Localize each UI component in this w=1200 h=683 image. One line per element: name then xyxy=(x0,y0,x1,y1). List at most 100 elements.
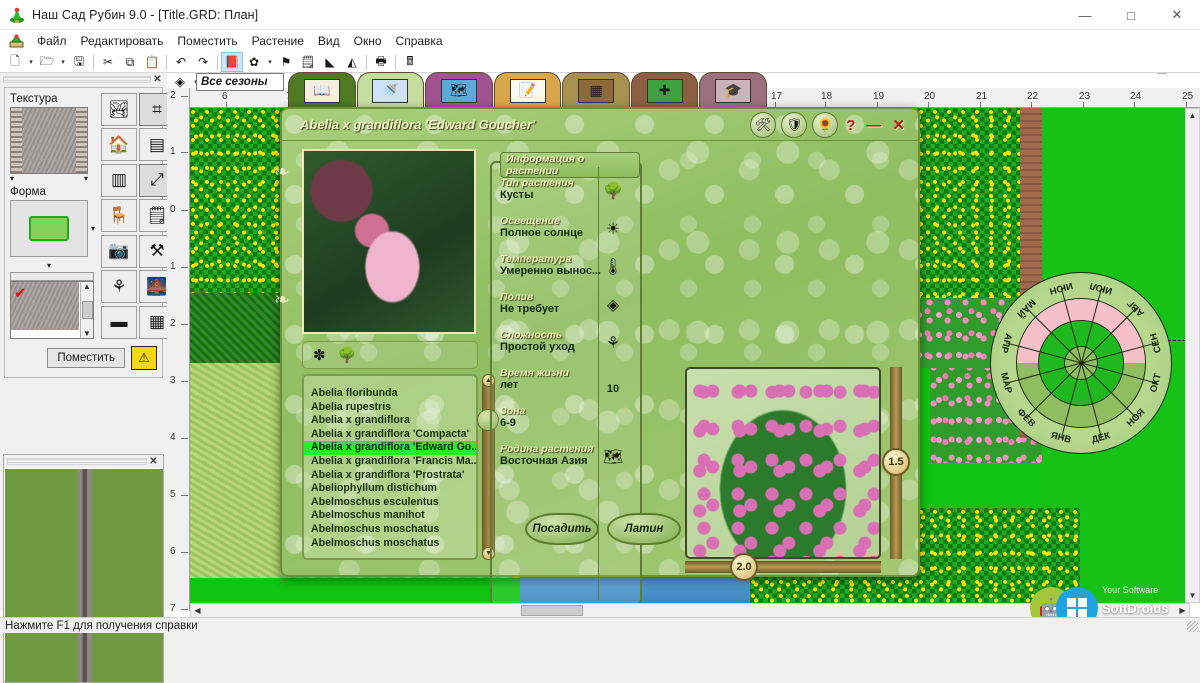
terrain-icon[interactable]: ◣ xyxy=(319,52,341,72)
abelia-flower-photo[interactable] xyxy=(302,149,476,334)
open-dropdown-icon[interactable]: ▾ xyxy=(58,52,68,72)
tab-watering[interactable]: 🚿 xyxy=(356,72,425,108)
menu-edit[interactable]: Редактировать xyxy=(74,32,171,50)
menu-file[interactable]: Файл xyxy=(30,32,74,50)
width-scale-bar[interactable] xyxy=(685,561,881,573)
new-dropdown-icon[interactable]: ▾ xyxy=(26,52,36,72)
open-icon[interactable]: 🗁 xyxy=(36,52,58,72)
list-item[interactable]: Abeliophyllum distichum xyxy=(304,482,476,496)
note-icon[interactable]: 🗒 xyxy=(297,52,319,72)
abelia-shrub-preview[interactable] xyxy=(685,367,881,559)
list-item[interactable]: Abelia x grandiflora xyxy=(304,414,476,428)
grass-path-texture[interactable] xyxy=(5,469,163,682)
scroll-up-icon[interactable]: ▲ xyxy=(1186,109,1199,122)
list-item[interactable]: Abelmoschus moschatus xyxy=(304,523,476,537)
info-button[interactable]: 🛡 xyxy=(781,112,808,138)
scroll-thumb[interactable] xyxy=(81,301,93,319)
texture-caret-left-icon[interactable]: ▾ xyxy=(10,174,14,183)
latin-action-button[interactable]: Латин xyxy=(607,513,681,545)
plant-button[interactable]: 🌻 xyxy=(812,112,839,138)
help-icon[interactable]: ? xyxy=(843,117,858,134)
new-icon[interactable]: 🗋 xyxy=(4,52,26,72)
tools-button[interactable]: 🛠 xyxy=(750,112,777,138)
menu-plant[interactable]: Растение xyxy=(245,32,311,50)
tree-view-icon[interactable]: 🌳 xyxy=(338,346,357,364)
canvas-vertical-scrollbar[interactable]: ▲ ▼ xyxy=(1185,108,1200,603)
redo-icon[interactable]: ↷ xyxy=(192,52,214,72)
minimize-button[interactable]: — xyxy=(1062,0,1108,30)
preview-caption-grip[interactable] xyxy=(7,458,147,465)
resize-grip[interactable] xyxy=(1187,621,1198,632)
save-icon[interactable]: 🖫 xyxy=(68,52,90,72)
close-icon[interactable]: ✕ xyxy=(147,456,160,467)
tab-map[interactable]: 🗺 xyxy=(425,72,493,108)
close-icon[interactable]: ✕ xyxy=(151,74,164,85)
horizontal-scroll-thumb[interactable] xyxy=(521,605,583,616)
shape-preview[interactable] xyxy=(10,200,88,257)
fence-icon[interactable]: ▥ xyxy=(101,163,138,197)
cone-icon[interactable]: ◭ xyxy=(341,52,363,72)
camera-icon[interactable]: 📷 xyxy=(101,234,138,268)
copy-icon[interactable]: ⧉ xyxy=(119,52,141,72)
menu-help[interactable]: Справка xyxy=(389,32,450,50)
tab-health[interactable]: ✚ xyxy=(630,72,699,108)
menu-view[interactable]: Вид xyxy=(311,32,347,50)
layers-icon[interactable]: ◈ xyxy=(168,73,192,91)
shape-more-caret-icon[interactable]: ▾ xyxy=(47,261,51,270)
flower-dropdown-icon[interactable]: ▾ xyxy=(265,52,275,72)
vertical-ruler[interactable]: 2 1 0 1 2 3 4 5 6 7 xyxy=(167,88,190,614)
calculator-icon[interactable]: 🖩 xyxy=(399,52,421,72)
plant-list[interactable]: Abelia floribunda Abelia rupestris Abelia … xyxy=(302,374,478,560)
list-item[interactable]: Abelmoschus manihot xyxy=(304,509,476,523)
place-button[interactable]: Поместить xyxy=(47,348,125,368)
ruler-tick-label: 2 xyxy=(170,318,176,329)
scroll-left-icon[interactable]: ◀ xyxy=(191,604,204,617)
list-item[interactable]: Abelia x grandiflora 'Compacta' xyxy=(304,428,476,442)
menu-window[interactable]: Окно xyxy=(347,32,389,50)
dialog-close-icon[interactable]: ✕ xyxy=(889,116,908,134)
texture-caret-right-icon[interactable]: ▾ xyxy=(84,174,88,183)
leaf-ornament-icon: ❧ xyxy=(274,290,290,311)
list-item[interactable]: Abelia x grandiflora 'Francis Ma... xyxy=(304,455,476,469)
texture-list[interactable]: ✔ ▲ ▼ xyxy=(10,281,94,339)
dialog-minimize-icon[interactable]: — xyxy=(863,117,884,134)
print-icon[interactable]: 🖶 xyxy=(370,52,392,72)
tab-expert[interactable]: 🎓 xyxy=(699,72,768,108)
tab-encyclopedia[interactable]: 📖 xyxy=(288,72,356,108)
flower-view-icon[interactable]: ✽ xyxy=(313,346,326,364)
list-item[interactable]: Abelmoschus moschatus xyxy=(304,537,476,551)
season-selector[interactable]: Все сезоны xyxy=(196,73,284,91)
caption-grip[interactable] xyxy=(3,76,151,83)
menu-place[interactable]: Поместить xyxy=(170,32,244,50)
list-item[interactable]: Abelia x grandiflora 'Edward Go... xyxy=(304,441,476,455)
landscape-icon[interactable]: 🏞 xyxy=(101,93,138,126)
list-item[interactable]: Abelia floribunda xyxy=(304,387,476,401)
list-item[interactable]: Abelia rupestris xyxy=(304,401,476,415)
texture-list-scrollbar[interactable]: ▲ ▼ xyxy=(80,282,93,338)
cut-icon[interactable]: ✂ xyxy=(97,52,119,72)
flower-icon[interactable]: ⚘ xyxy=(101,270,138,304)
log-icon[interactable]: ▬ xyxy=(101,305,138,339)
close-button[interactable]: ✕ xyxy=(1154,0,1200,30)
maximize-button[interactable]: □ xyxy=(1108,0,1154,30)
texture-slider[interactable] xyxy=(10,272,94,281)
plant-action-button[interactable]: Посадить xyxy=(525,513,599,545)
flower-icon[interactable]: ✿ xyxy=(243,52,265,72)
texture-swatch[interactable] xyxy=(10,107,88,174)
undo-icon[interactable]: ↶ xyxy=(170,52,192,72)
list-item[interactable]: Abelmoschus esculentus xyxy=(304,496,476,510)
plant-info-dialog[interactable]: Abelia x grandiflora 'Edward Goucher' 🛠 … xyxy=(274,107,1172,606)
shape-dropdown-icon[interactable]: ▾ xyxy=(91,224,95,233)
bloom-season-wheel[interactable]: ЯНВФЕВМАРАПРМАЙИЮНИЮЛАВГСЕНОКТНОЯДЕК xyxy=(990,272,1172,454)
workers-icon[interactable]: ⚠ xyxy=(131,346,157,370)
plant-book-icon[interactable]: 📕 xyxy=(221,52,243,72)
scroll-down-icon[interactable]: ▼ xyxy=(83,329,91,338)
scroll-up-icon[interactable]: ▲ xyxy=(83,282,91,291)
list-item[interactable]: Abelia x grandiflora 'Prostrata' xyxy=(304,469,476,483)
tab-gallery[interactable]: ▦ xyxy=(562,72,630,108)
house-icon[interactable]: 🏠 xyxy=(101,128,138,162)
bench-icon[interactable]: 🪑 xyxy=(101,199,138,233)
watering-icon[interactable]: ⚑ xyxy=(275,52,297,72)
paste-icon[interactable]: 📋 xyxy=(141,52,163,72)
tab-notes[interactable]: 📝 xyxy=(493,72,562,108)
